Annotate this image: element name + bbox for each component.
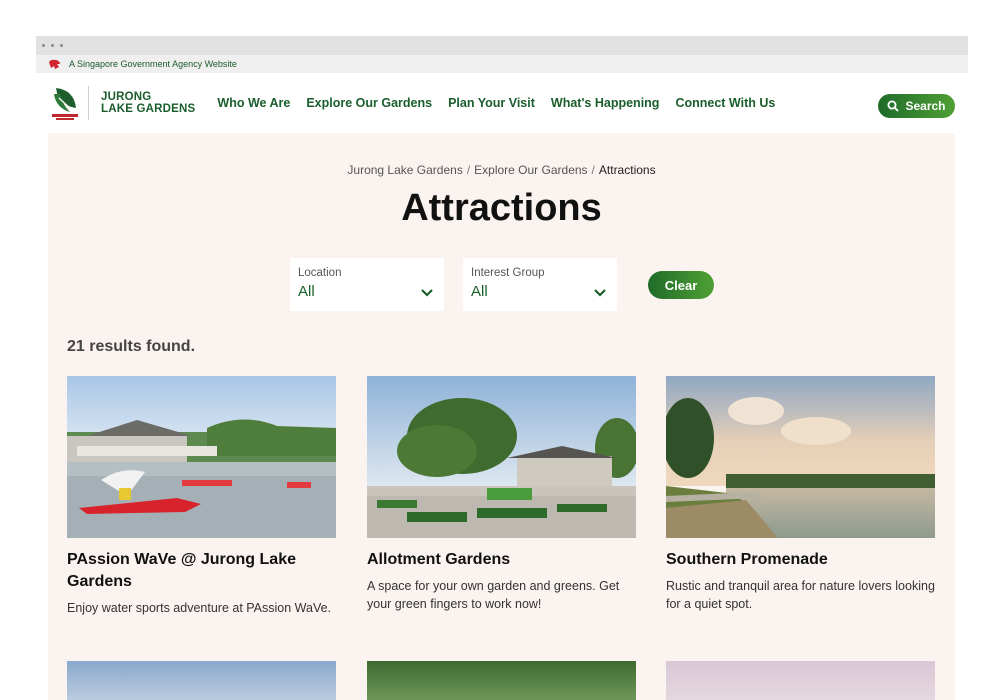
clear-filters-button[interactable]: Clear: [648, 271, 714, 299]
logo-divider: [88, 86, 89, 120]
breadcrumb-explore[interactable]: Explore Our Gardens: [474, 163, 587, 177]
nparks-leaf-icon: [52, 88, 78, 120]
location-filter[interactable]: Location All: [290, 258, 444, 311]
search-button[interactable]: Search: [878, 94, 955, 118]
attraction-description: A space for your own garden and greens. …: [367, 579, 620, 611]
breadcrumb-current: Attractions: [598, 163, 656, 177]
location-filter-value: All: [298, 283, 315, 300]
attraction-image[interactable]: [666, 376, 935, 538]
window-dot: [51, 44, 54, 47]
nav-whats-happening[interactable]: What's Happening: [551, 96, 660, 110]
southern-promenade-photo: [666, 376, 935, 538]
attraction-image-partial[interactable]: [666, 661, 935, 700]
logo-line-1: JURONG: [101, 91, 152, 103]
browser-chrome: [36, 36, 968, 55]
breadcrumb-home[interactable]: Jurong Lake Gardens: [347, 163, 462, 177]
attraction-title[interactable]: PAssion WaVe @ Jurong Lake Gardens: [67, 549, 336, 593]
search-label: Search: [905, 99, 946, 113]
attraction-card[interactable]: Allotment Gardens A space for your own g…: [367, 376, 636, 613]
results-count: 21 results found.: [67, 338, 196, 355]
interest-group-filter[interactable]: Interest Group All: [463, 258, 617, 311]
chevron-down-icon: [594, 289, 606, 297]
interest-group-label: Interest Group: [471, 267, 545, 279]
attraction-card[interactable]: Southern Promenade Rustic and tranquil a…: [666, 376, 935, 613]
nav-who-we-are[interactable]: Who We Are: [217, 96, 290, 110]
allotment-gardens-photo: [367, 376, 636, 538]
attraction-description: Enjoy water sports adventure at PAssion …: [67, 601, 332, 615]
nav-explore-our-gardens[interactable]: Explore Our Gardens: [306, 96, 432, 110]
nav-plan-your-visit[interactable]: Plan Your Visit: [448, 96, 535, 110]
logo-text: JURONG LAKE GARDENS: [101, 91, 195, 115]
gov-banner: A Singapore Government Agency Website: [36, 55, 968, 73]
chevron-down-icon: [421, 289, 433, 297]
breadcrumb-separator: /: [591, 163, 595, 177]
interest-group-value: All: [471, 283, 488, 300]
attraction-image[interactable]: [367, 376, 636, 538]
attraction-title[interactable]: Allotment Gardens: [367, 549, 636, 571]
breadcrumb-separator: /: [466, 163, 471, 177]
nav-connect-with-us[interactable]: Connect With Us: [675, 96, 775, 110]
search-icon: [887, 100, 900, 112]
lion-head-icon: [49, 59, 60, 69]
gov-banner-text: A Singapore Government Agency Website: [69, 59, 237, 69]
site-header: JURONG LAKE GARDENS Who We Are Explore O…: [36, 73, 968, 133]
attraction-card[interactable]: PAssion WaVe @ Jurong Lake Gardens Enjoy…: [67, 376, 336, 617]
main-nav: Who We Are Explore Our Gardens Plan Your…: [217, 96, 775, 110]
breadcrumb: Jurong Lake Gardens / Explore Our Gardens /…: [48, 163, 955, 177]
browser-window: A Singapore Government Agency Website JU…: [36, 36, 968, 700]
attraction-image[interactable]: [67, 376, 336, 538]
passion-wave-photo: [67, 376, 336, 538]
attraction-title[interactable]: Southern Promenade: [666, 549, 935, 571]
logo-line-2: LAKE GARDENS: [101, 103, 196, 115]
page-title: Attractions: [401, 187, 602, 229]
attraction-image-partial[interactable]: [367, 661, 636, 700]
window-dot: [60, 44, 63, 47]
window-dot: [42, 44, 45, 47]
attraction-description: Rustic and tranquil area for nature love…: [666, 579, 935, 611]
site-logo[interactable]: JURONG LAKE GARDENS: [50, 84, 195, 122]
attraction-image-partial[interactable]: [67, 661, 336, 700]
location-filter-label: Location: [298, 267, 342, 279]
main-content: Jurong Lake Gardens / Explore Our Gardens /…: [48, 133, 955, 700]
